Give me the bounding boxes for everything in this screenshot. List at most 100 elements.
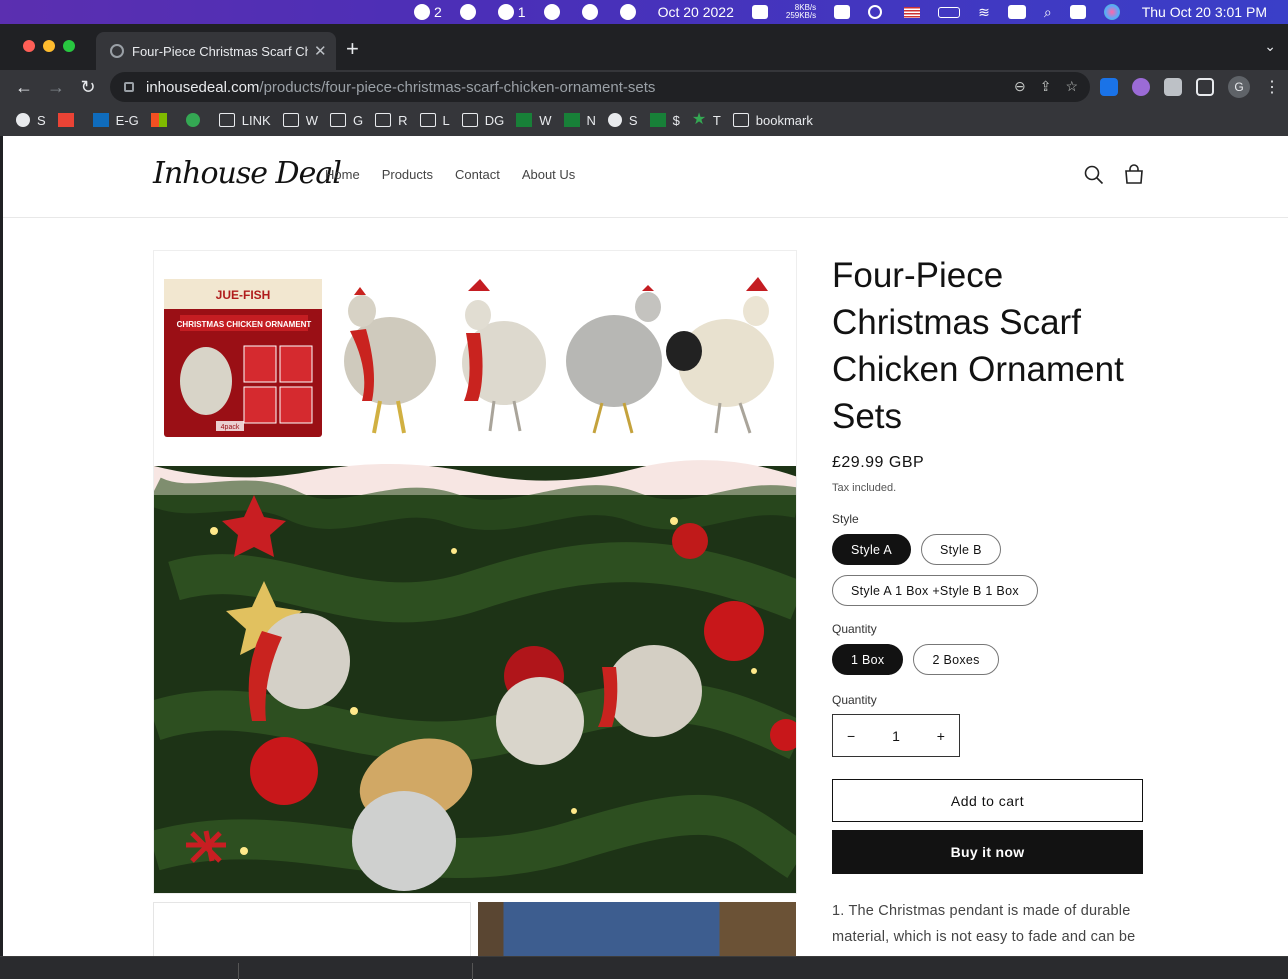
pack-option-1-box[interactable]: 1 Box bbox=[832, 644, 904, 675]
bookmark-label: $ bbox=[672, 112, 680, 128]
back-button[interactable]: ← bbox=[8, 77, 40, 98]
address-bar[interactable]: inhousedeal.com/products/four-piece-chri… bbox=[110, 72, 1090, 102]
product-thumbnail[interactable] bbox=[478, 902, 796, 956]
style-option-a[interactable]: Style A bbox=[832, 534, 912, 565]
side-panel-icon[interactable] bbox=[1196, 78, 1214, 96]
quantity-label: Quantity bbox=[832, 693, 877, 707]
control-center-menu-item[interactable] bbox=[1061, 0, 1095, 24]
bookmark-folder[interactable]: R bbox=[375, 112, 408, 128]
teamviewer-menu-item[interactable] bbox=[535, 0, 573, 24]
divider bbox=[238, 963, 239, 980]
bookmark-item[interactable]: S bbox=[16, 113, 46, 128]
battery-menu-item[interactable] bbox=[929, 0, 969, 24]
siri-icon bbox=[1103, 4, 1120, 20]
bookmark-folder[interactable]: L bbox=[419, 113, 450, 128]
maximize-window-button[interactable] bbox=[63, 40, 75, 52]
bookmark-label: LINK bbox=[241, 112, 271, 128]
puzzle-icon[interactable] bbox=[1164, 78, 1182, 96]
buy-now-button[interactable]: Buy it now bbox=[832, 830, 1143, 874]
bookmark-label: S bbox=[37, 112, 46, 128]
notification-menu-item[interactable]: 2 bbox=[405, 0, 451, 24]
keyboard-menu-item[interactable] bbox=[999, 0, 1035, 24]
nav-home[interactable]: Home bbox=[323, 167, 362, 182]
bookmark-item[interactable]: N bbox=[563, 113, 596, 128]
control-center-icon bbox=[1069, 5, 1086, 19]
bookmark-label: T bbox=[712, 112, 721, 128]
clock[interactable]: Thu Oct 20 3:01 PM bbox=[1133, 0, 1276, 24]
quantity-decrease-button[interactable]: − bbox=[847, 728, 855, 744]
close-window-button[interactable] bbox=[23, 40, 35, 52]
bookmark-item[interactable]: W bbox=[516, 113, 552, 128]
date-menu-item[interactable]: Oct 20 2022 bbox=[649, 0, 743, 24]
product-main-image[interactable]: JUE-FISH CHRISTMAS CHICKEN ORNAMENT 4pac… bbox=[153, 250, 797, 894]
close-tab-icon[interactable]: ✕ bbox=[314, 42, 327, 60]
macos-menu-bar: 2 1 Oct 20 2022 8KB/s 259KB/s ≋ ⌕ Thu Oct… bbox=[0, 0, 1288, 24]
tasks-menu-item[interactable] bbox=[825, 0, 859, 24]
product-info: Four-Piece Christmas Scarf Chicken Ornam… bbox=[832, 252, 1144, 950]
time-machine-menu-item[interactable] bbox=[859, 0, 895, 24]
style-option-b[interactable]: Style B bbox=[921, 534, 1001, 565]
grammarly-icon bbox=[185, 113, 200, 127]
cart-icon[interactable] bbox=[1123, 164, 1145, 186]
siri-menu-item[interactable] bbox=[1095, 0, 1133, 24]
more-menu-icon[interactable]: ⋮ bbox=[1264, 77, 1280, 97]
folder-icon bbox=[282, 113, 299, 127]
bookmark-folder[interactable]: LINK bbox=[218, 112, 271, 128]
bookmark-label: R bbox=[398, 112, 408, 128]
nav-products[interactable]: Products bbox=[380, 167, 435, 182]
zoom-icon[interactable]: ⊖ bbox=[1014, 78, 1026, 95]
profile-avatar[interactable]: G bbox=[1228, 76, 1250, 98]
add-to-cart-button[interactable]: Add to cart bbox=[832, 779, 1143, 822]
product-title: Four-Piece Christmas Scarf Chicken Ornam… bbox=[832, 256, 1124, 436]
cow-menu-item[interactable] bbox=[573, 0, 611, 24]
lock-icon bbox=[124, 82, 134, 92]
wechat-menu-item[interactable]: 1 bbox=[489, 0, 535, 24]
tax-note: Tax included. bbox=[832, 482, 897, 494]
bookmark-item[interactable]: S bbox=[607, 113, 638, 128]
globe-icon bbox=[110, 44, 124, 58]
nav-contact[interactable]: Contact bbox=[453, 167, 502, 182]
product-thumbnail[interactable] bbox=[153, 902, 471, 956]
notification-count: 2 bbox=[434, 4, 442, 20]
reload-button[interactable]: ↻ bbox=[72, 77, 104, 98]
folder-icon bbox=[375, 113, 392, 127]
url-host: inhousedeal.com bbox=[146, 78, 260, 96]
runcat-menu-item[interactable] bbox=[743, 0, 777, 24]
bookmark-folder[interactable]: W bbox=[282, 113, 318, 128]
pack-option-2-boxes[interactable]: 2 Boxes bbox=[913, 644, 999, 675]
new-tab-button[interactable]: + bbox=[346, 36, 359, 62]
bookmark-item[interactable]: E-G bbox=[92, 113, 139, 128]
minimize-window-button[interactable] bbox=[43, 40, 55, 52]
battery-icon bbox=[938, 6, 961, 18]
spotlight-menu-item[interactable]: ⌕ bbox=[1035, 0, 1061, 24]
style-option-a-plus-b[interactable]: Style A 1 Box +Style B 1 Box bbox=[832, 575, 1038, 606]
network-speed[interactable]: 8KB/s 259KB/s bbox=[777, 0, 825, 24]
bookmark-item[interactable] bbox=[185, 113, 207, 127]
shazam-menu-item[interactable] bbox=[611, 0, 649, 24]
microsoft-icon bbox=[150, 113, 167, 127]
bookmark-star-icon[interactable]: ☆ bbox=[1065, 78, 1078, 95]
line-menu-item[interactable] bbox=[451, 0, 489, 24]
quantity-increase-button[interactable]: + bbox=[937, 728, 945, 744]
tab-search-icon[interactable]: ⌄ bbox=[1264, 38, 1276, 55]
tab-strip: Four-Piece Christmas Scarf Chicken Ornam… bbox=[0, 24, 1288, 70]
search-icon[interactable] bbox=[1083, 164, 1105, 186]
input-source-menu-item[interactable] bbox=[895, 0, 929, 24]
site-logo[interactable]: Inhouse Deal bbox=[153, 156, 342, 191]
bookmark-folder[interactable]: DG bbox=[461, 113, 504, 128]
bookmark-item[interactable]: $ bbox=[649, 112, 680, 128]
forward-button[interactable]: → bbox=[40, 77, 72, 98]
nav-about-us[interactable]: About Us bbox=[520, 167, 577, 182]
bookmark-folder[interactable]: G bbox=[329, 113, 363, 128]
bookmark-item[interactable] bbox=[57, 113, 81, 127]
bookmark-folder[interactable]: bookmark bbox=[732, 113, 813, 128]
bookmark-item[interactable] bbox=[150, 113, 174, 127]
bookmark-item[interactable]: ★ T bbox=[692, 112, 721, 128]
color-extension-icon[interactable] bbox=[1132, 78, 1150, 96]
download-extension-icon[interactable] bbox=[1100, 78, 1118, 96]
share-icon[interactable]: ⇪ bbox=[1040, 78, 1052, 95]
wifi-menu-item[interactable]: ≋ bbox=[969, 0, 999, 24]
folder-icon bbox=[419, 113, 436, 127]
quantity-input[interactable]: 1 bbox=[892, 728, 900, 744]
tab-active[interactable]: Four-Piece Christmas Scarf Chicken Ornam… bbox=[96, 32, 336, 70]
